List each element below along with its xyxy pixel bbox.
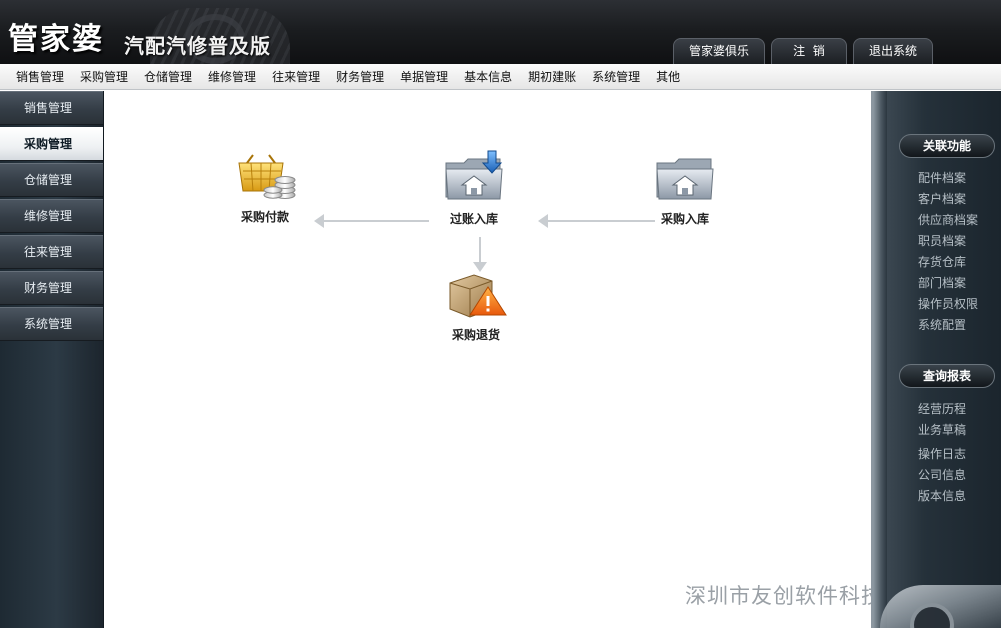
link-operation-log[interactable]: 操作日志: [918, 445, 966, 462]
arrow-stockin-to-posting: [538, 214, 655, 228]
flow-label-payment: 采购付款: [240, 210, 289, 224]
link-supplier-archive[interactable]: 供应商档案: [918, 211, 978, 228]
logo-title: 管家婆: [8, 22, 104, 57]
menu-opening[interactable]: 期初建账: [520, 64, 584, 90]
menu-other[interactable]: 其他: [648, 64, 688, 90]
link-business-drafts[interactable]: 业务草稿: [918, 421, 966, 438]
flow-purchase-stockin[interactable]: 采购入库: [649, 149, 721, 227]
link-company-info[interactable]: 公司信息: [918, 466, 966, 483]
sidebar-item-finance[interactable]: 财务管理: [0, 271, 103, 305]
menu-basic-info[interactable]: 基本信息: [456, 64, 520, 90]
menu-documents[interactable]: 单据管理: [392, 64, 456, 90]
logo-subtitle: 汽配汽修普及版: [124, 34, 271, 58]
menubar: 销售管理 采购管理 仓储管理 维修管理 往来管理 财务管理 单据管理 基本信息 …: [0, 64, 1001, 90]
sidebar-item-sales[interactable]: 销售管理: [0, 91, 103, 125]
flow-label-return: 采购退货: [451, 328, 500, 342]
sidebar-item-purchase[interactable]: 采购管理: [0, 127, 103, 161]
menu-accounts[interactable]: 往来管理: [264, 64, 328, 90]
folder-home-icon: [656, 158, 714, 200]
link-inventory-warehouse[interactable]: 存货仓库: [918, 253, 966, 270]
menu-finance[interactable]: 财务管理: [328, 64, 392, 90]
link-operator-permissions[interactable]: 操作员权限: [918, 295, 978, 312]
menu-system[interactable]: 系统管理: [584, 64, 648, 90]
link-customer-archive[interactable]: 客户档案: [918, 190, 966, 207]
sidebar-item-warehouse[interactable]: 仓储管理: [0, 163, 103, 197]
link-department-archive[interactable]: 部门档案: [918, 274, 966, 291]
club-button[interactable]: 管家婆俱乐部: [673, 38, 765, 64]
right-sidebar: 关联功能 配件档案 客户档案 供应商档案 职员档案 存货仓库 部门档案 操作员权…: [871, 91, 1001, 628]
flow-label-stockin: 采购入库: [660, 212, 709, 226]
car-corner-graphic: [880, 585, 1001, 628]
box-warning-icon: [449, 274, 507, 318]
sidebar-item-accounts[interactable]: 往来管理: [0, 235, 103, 269]
folder-home-down-arrow-icon: [445, 150, 503, 200]
shopping-basket-coins-icon: [238, 154, 296, 199]
query-reports-title: 查询报表: [899, 364, 995, 388]
sidebar-item-repair[interactable]: 维修管理: [0, 199, 103, 233]
logout-button[interactable]: 注 销: [771, 38, 847, 64]
purchase-flow-panel: 采购付款 过账入库 采购入库 采购退货 深圳市友创软件科技有限公司: [105, 91, 970, 628]
flow-purchase-return[interactable]: 采购退货: [440, 269, 512, 343]
related-functions-title: 关联功能: [899, 134, 995, 158]
link-parts-archive[interactable]: 配件档案: [918, 169, 966, 186]
menu-sales[interactable]: 销售管理: [8, 64, 72, 90]
flow-posting-stockin[interactable]: 过账入库: [438, 149, 510, 227]
link-business-history[interactable]: 经营历程: [918, 400, 966, 417]
flow-purchase-payment[interactable]: 采购付款: [229, 149, 301, 225]
link-system-config[interactable]: 系统配置: [918, 316, 966, 333]
menu-warehouse[interactable]: 仓储管理: [136, 64, 200, 90]
link-staff-archive[interactable]: 职员档案: [918, 232, 966, 249]
arrow-posting-to-return: [473, 237, 487, 272]
flow-label-posting: 过账入库: [449, 212, 498, 226]
sidebar-item-system[interactable]: 系统管理: [0, 307, 103, 341]
arrow-posting-to-payment: [314, 214, 429, 228]
exit-button[interactable]: 退出系统: [853, 38, 933, 64]
app-header: 管家婆 汽配汽修普及版 管家婆俱乐部 注 销 退出系统: [0, 0, 1001, 64]
menu-repair[interactable]: 维修管理: [200, 64, 264, 90]
left-sidebar: 销售管理 采购管理 仓储管理 维修管理 往来管理 财务管理 系统管理: [0, 91, 104, 628]
menu-purchase[interactable]: 采购管理: [72, 64, 136, 90]
link-version-info[interactable]: 版本信息: [918, 487, 966, 504]
top-links: 管家婆俱乐部 注 销 退出系统: [673, 38, 933, 64]
right-sidebar-edge: [873, 91, 887, 628]
